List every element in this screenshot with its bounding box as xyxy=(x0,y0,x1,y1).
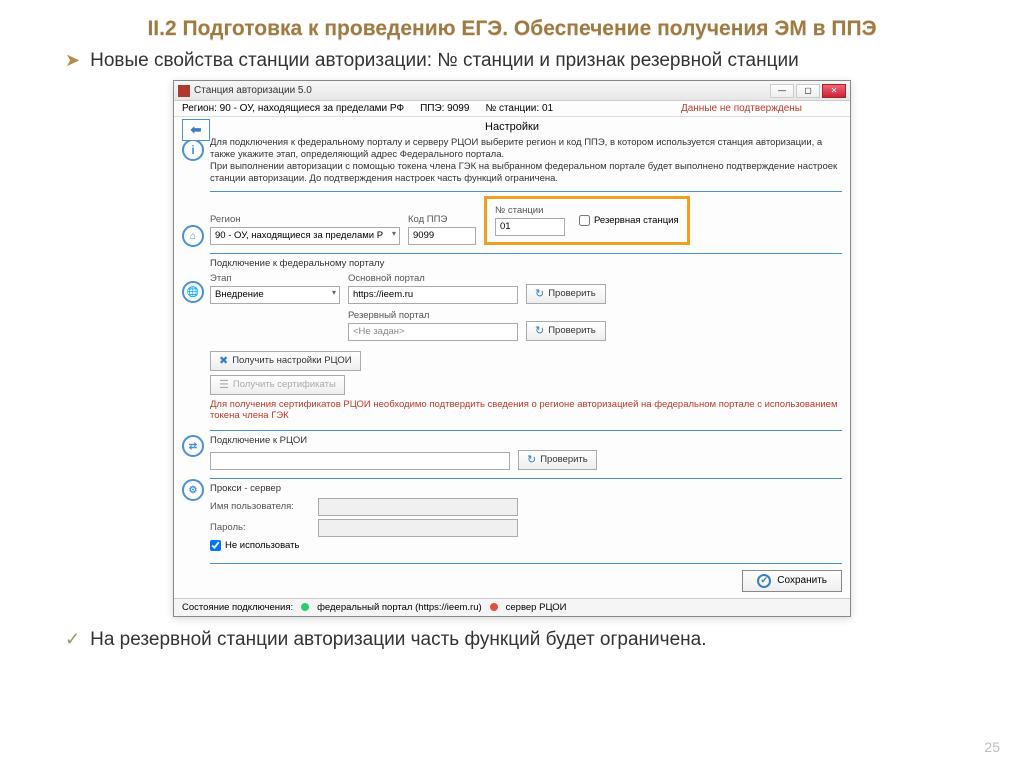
info-station: № станции: 01 xyxy=(485,103,553,114)
window-title: Станция авторизации 5.0 xyxy=(194,85,770,96)
group-region: Регион Код ППЭ № станции xyxy=(210,191,842,253)
info-ppe: ППЭ: 9099 xyxy=(420,103,469,114)
check-rcoi-button[interactable]: ↻Проверить xyxy=(518,450,597,470)
cert-warning: Для получения сертификатов РЦОИ необходи… xyxy=(210,399,842,422)
maximize-button[interactable]: ▢ xyxy=(796,84,820,98)
proxy-pass-input xyxy=(318,519,518,537)
globe-icon: 🌐 xyxy=(182,281,204,303)
window-titlebar[interactable]: Станция авторизации 5.0 — ▢ ✕ xyxy=(174,81,850,101)
proxy-user-input xyxy=(318,498,518,516)
info-region: Регион: 90 - ОУ, находящиеся за пределам… xyxy=(182,103,404,114)
status-dot-red-icon xyxy=(490,603,498,611)
station-input[interactable] xyxy=(495,218,565,236)
info-warning: Данные не подтверждены xyxy=(681,103,802,114)
bullet-new-props: ➤ Новые свойства станции авторизации: № … xyxy=(65,50,984,72)
app-window: Станция авторизации 5.0 — ▢ ✕ Регион: 90… xyxy=(173,80,851,616)
group-proxy: Прокси - сервер Имя пользователя: Пароль… xyxy=(210,478,842,559)
proxy-nouse-checkbox[interactable] xyxy=(210,540,221,551)
reserve-portal-label: Резервный портал xyxy=(348,310,518,321)
status-label: Состояние подключения: xyxy=(182,602,293,613)
reserve-checkbox-wrap[interactable]: Резервная станция xyxy=(579,215,679,226)
refresh-icon: ↻ xyxy=(527,453,536,466)
info-strip: Регион: 90 - ОУ, находящиеся за пределам… xyxy=(174,101,850,117)
main-portal-input[interactable] xyxy=(348,286,518,304)
proxy-group-title: Прокси - сервер xyxy=(210,483,842,494)
station-label: № станции xyxy=(495,205,565,216)
ppe-input[interactable] xyxy=(408,227,476,245)
proxy-nouse-label: Не использовать xyxy=(225,540,299,551)
status-fed: федеральный портал (https://ieem.ru) xyxy=(317,602,482,613)
refresh-icon: ↻ xyxy=(535,287,544,300)
home-icon: ⌂ xyxy=(182,225,204,247)
get-rcoi-settings-button[interactable]: ✖Получить настройки РЦОИ xyxy=(210,351,361,371)
page-header: ⬅ Настройки xyxy=(174,117,850,137)
reserve-checkbox[interactable] xyxy=(579,215,590,226)
bullet-reserve-note: ✓ На резервной станции авторизации часть… xyxy=(65,629,984,651)
proxy-user-label: Имя пользователя: xyxy=(210,501,310,512)
bullet-arrow-icon: ➤ xyxy=(65,50,80,71)
main-portal-label: Основной портал xyxy=(348,273,518,284)
tools-icon: ✖ xyxy=(219,354,228,367)
rcoi-group-title: Подключение к РЦОИ xyxy=(210,435,842,446)
info-paragraph: Для подключения к федеральному порталу и… xyxy=(210,137,842,185)
check-icon: ✓ xyxy=(65,629,80,650)
group-rcoi: Подключение к РЦОИ ↻Проверить xyxy=(210,430,842,478)
minimize-button[interactable]: — xyxy=(770,84,794,98)
save-button[interactable]: ✔ Сохранить xyxy=(742,570,842,592)
group-portal: Подключение к федеральному порталу Этап … xyxy=(210,253,842,430)
portal-group-title: Подключение к федеральному порталу xyxy=(210,258,842,269)
status-bar: Состояние подключения: федеральный порта… xyxy=(174,598,850,616)
get-certs-button[interactable]: ☰Получить сертификаты xyxy=(210,375,345,395)
info-icon: i xyxy=(182,139,204,161)
bullet1-text: Новые свойства станции авторизации: № ст… xyxy=(90,50,799,72)
back-button[interactable]: ⬅ xyxy=(182,119,210,141)
region-select[interactable] xyxy=(210,227,400,245)
status-dot-green-icon xyxy=(301,603,309,611)
cert-icon: ☰ xyxy=(219,378,229,391)
refresh-icon: ↻ xyxy=(535,324,544,337)
rcoi-input[interactable] xyxy=(210,452,510,470)
stage-label: Этап xyxy=(210,273,340,284)
slide-title: II.2 Подготовка к проведению ЕГЭ. Обеспе… xyxy=(40,15,984,42)
status-rcoi: сервер РЦОИ xyxy=(506,602,567,613)
bullet2-text: На резервной станции авторизации часть ф… xyxy=(90,629,706,651)
app-icon xyxy=(178,85,190,97)
proxy-nouse-wrap[interactable]: Не использовать xyxy=(210,540,842,551)
reserve-checkbox-label: Резервная станция xyxy=(594,215,679,226)
stage-select[interactable] xyxy=(210,286,340,304)
check-icon: ✔ xyxy=(757,574,771,588)
link-icon: ⇄ xyxy=(182,435,204,457)
close-button[interactable]: ✕ xyxy=(822,84,846,98)
check-main-portal-button[interactable]: ↻Проверить xyxy=(526,284,606,304)
region-label: Регион xyxy=(210,214,400,225)
page-title: Настройки xyxy=(485,121,539,133)
highlight-station-box: № станции Резервная станция xyxy=(484,196,690,245)
proxy-pass-label: Пароль: xyxy=(210,522,310,533)
check-reserve-portal-button[interactable]: ↻Проверить xyxy=(526,321,606,341)
ppe-label: Код ППЭ xyxy=(408,214,476,225)
proxy-icon: ⚙ xyxy=(182,479,204,501)
page-number: 25 xyxy=(984,739,1000,755)
reserve-portal-input[interactable] xyxy=(348,323,518,341)
